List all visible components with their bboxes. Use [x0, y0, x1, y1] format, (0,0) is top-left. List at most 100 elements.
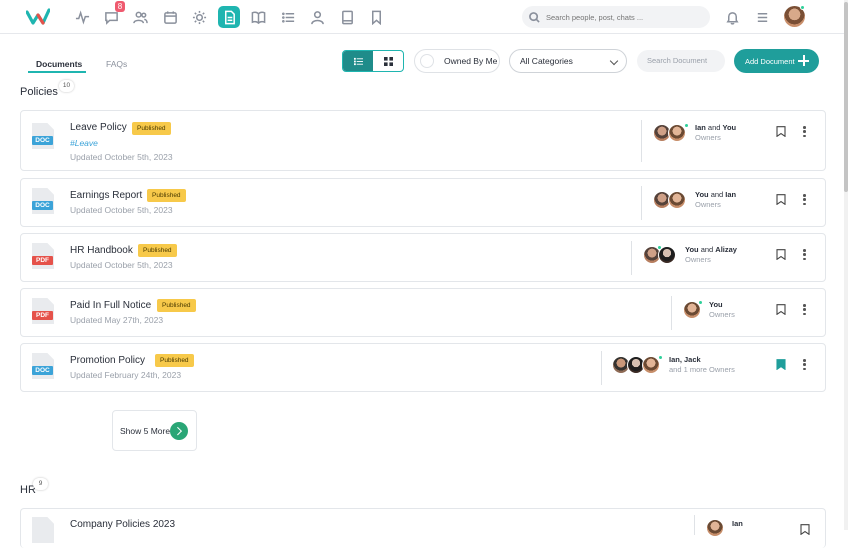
- owner-avatars: [706, 519, 728, 537]
- owner-subtitle: Owners: [685, 255, 711, 264]
- more-options-icon[interactable]: [803, 359, 806, 371]
- owned-by-me-radio[interactable]: [420, 54, 434, 68]
- online-status-dot: [684, 123, 689, 128]
- document-updated-date: Updated October 5th, 2023: [70, 205, 173, 215]
- bookmark-icon[interactable]: [776, 249, 786, 260]
- document-icon[interactable]: [218, 6, 240, 28]
- owner-names: You and Ian: [695, 190, 737, 199]
- bell-icon[interactable]: [721, 6, 743, 28]
- top-navigation-bar: 8: [0, 0, 848, 34]
- bookmark-icon[interactable]: [365, 6, 387, 28]
- card-divider: [601, 351, 602, 385]
- owner-avatars: [612, 355, 668, 374]
- card-divider: [641, 120, 642, 162]
- notification-badge: 8: [115, 1, 125, 12]
- document-title[interactable]: Paid In Full Notice: [70, 300, 151, 311]
- doc-file-icon: [32, 517, 54, 543]
- document-title[interactable]: Leave Policy: [70, 122, 127, 133]
- doc-file-icon: DOC: [32, 123, 54, 149]
- card-divider: [671, 296, 672, 330]
- document-card[interactable]: DOC Earnings Report Published Updated Oc…: [20, 178, 826, 227]
- global-search[interactable]: [522, 6, 710, 28]
- owned-by-me-label: Owned By Me: [444, 56, 498, 66]
- document-card[interactable]: PDF HR Handbook Published Updated Octobe…: [20, 233, 826, 282]
- bookmark-filled-icon[interactable]: [776, 359, 786, 370]
- more-options-icon[interactable]: [803, 194, 806, 206]
- people-icon[interactable]: [129, 6, 151, 28]
- activity-icon[interactable]: [71, 6, 93, 28]
- menu-icon[interactable]: [751, 6, 773, 28]
- view-toggle: [342, 50, 404, 72]
- document-card[interactable]: DOC Promotion Policy Published Updated F…: [20, 343, 826, 392]
- owner-avatars: [653, 123, 693, 142]
- more-options-icon[interactable]: [803, 249, 806, 261]
- list-icon[interactable]: [277, 6, 299, 28]
- owner-avatars: [643, 245, 683, 264]
- owner-subtitle: and 1 more Owners: [669, 365, 735, 374]
- owner-subtitle: Owners: [695, 200, 721, 209]
- plus-icon: [798, 55, 809, 66]
- scrollbar-thumb[interactable]: [844, 2, 848, 192]
- card-divider: [631, 241, 632, 275]
- add-document-label: Add Document: [745, 56, 795, 66]
- status-badge: Published: [132, 122, 171, 135]
- card-divider: [641, 186, 642, 220]
- status-badge: Published: [157, 299, 196, 312]
- grid-view-button[interactable]: [373, 51, 403, 71]
- owner-avatars: [683, 300, 705, 319]
- document-title[interactable]: Company Policies 2023: [70, 519, 175, 530]
- bookmark-icon[interactable]: [776, 304, 786, 315]
- owner-names: You and Alizay: [685, 245, 737, 254]
- document-title[interactable]: HR Handbook: [70, 245, 133, 256]
- add-document-button[interactable]: Add Document: [734, 49, 819, 73]
- global-search-input[interactable]: [546, 12, 696, 22]
- search-icon: [529, 11, 540, 23]
- grid-view-icon: [383, 56, 393, 66]
- category-select[interactable]: All Categories: [509, 49, 627, 73]
- document-card[interactable]: DOC Leave Policy Published #Leave Update…: [20, 110, 826, 171]
- owner-names: You: [709, 300, 723, 309]
- list-view-icon: [353, 57, 363, 65]
- sun-icon[interactable]: [188, 6, 210, 28]
- doc-file-icon: DOC: [32, 188, 54, 214]
- status-badge: Published: [155, 354, 194, 367]
- owner-avatars: [653, 191, 693, 209]
- search-document-input[interactable]: Search Document: [637, 50, 725, 72]
- more-options-icon[interactable]: [803, 304, 806, 316]
- calendar-icon[interactable]: [159, 6, 181, 28]
- owned-by-me-toggle[interactable]: Owned By Me: [414, 49, 500, 73]
- document-title[interactable]: Promotion Policy: [70, 355, 145, 366]
- app-logo-icon[interactable]: [26, 8, 50, 26]
- show-more-label: Show 5 More: [120, 425, 171, 436]
- user-icon[interactable]: [306, 6, 328, 28]
- category-selected-value: All Categories: [520, 56, 573, 66]
- pdf-file-icon: PDF: [32, 243, 54, 269]
- avatar: [668, 191, 686, 209]
- document-card[interactable]: Company Policies 2023 Ian: [20, 508, 826, 548]
- bookmark-icon[interactable]: [776, 126, 786, 137]
- tab-faqs[interactable]: FAQs: [106, 57, 127, 75]
- avatar: [658, 246, 676, 264]
- owner-names: Ian: [732, 519, 743, 528]
- list-view-button[interactable]: [343, 51, 373, 71]
- document-card[interactable]: PDF Paid In Full Notice Published Update…: [20, 288, 826, 337]
- active-tab-underline: [28, 71, 86, 73]
- owner-subtitle: Owners: [695, 133, 721, 142]
- chevron-right-icon: [170, 422, 188, 440]
- online-status-dot: [698, 300, 703, 305]
- section-title-policies: Policies: [20, 86, 58, 98]
- document-updated-date: Updated May 27th, 2023: [70, 315, 164, 325]
- document-tag[interactable]: #Leave: [70, 138, 98, 148]
- status-badge: Published: [138, 244, 177, 257]
- bookmark-icon[interactable]: [776, 194, 786, 205]
- book-icon[interactable]: [247, 6, 269, 28]
- document-updated-date: Updated October 5th, 2023: [70, 152, 173, 162]
- card-divider: [694, 515, 695, 535]
- section-count-hr: 9: [33, 478, 48, 490]
- more-options-icon[interactable]: [803, 126, 806, 138]
- document-title[interactable]: Earnings Report: [70, 190, 142, 201]
- show-more-button[interactable]: Show 5 More: [112, 410, 197, 451]
- avatar: [706, 519, 724, 537]
- section-count-policies: 10: [59, 80, 74, 92]
- notebook-icon[interactable]: [336, 6, 358, 28]
